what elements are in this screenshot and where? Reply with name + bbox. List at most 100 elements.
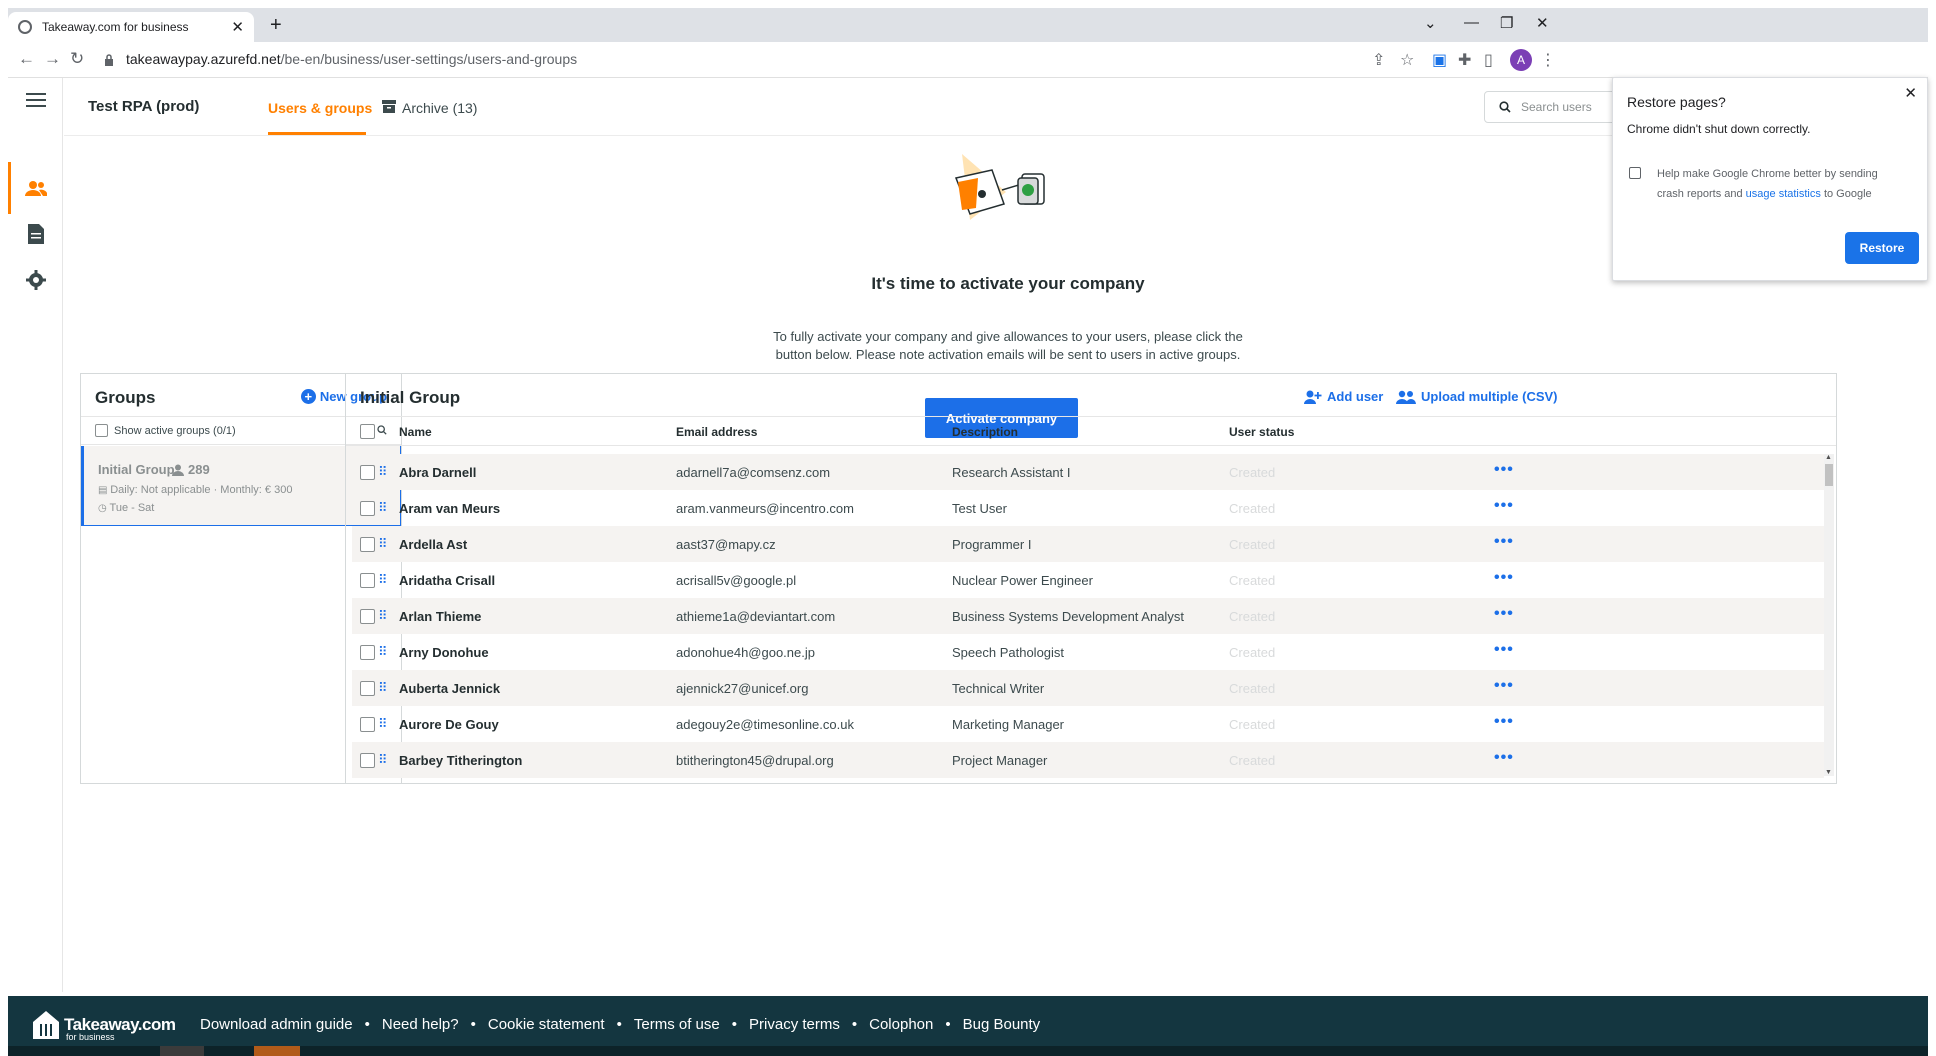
row-checkbox[interactable] [360,573,375,588]
row-more-icon[interactable]: ••• [1494,569,1514,587]
scroll-down-arrow-icon[interactable]: ▼ [1825,769,1832,776]
row-checkbox[interactable] [360,501,375,516]
restore-button[interactable]: Restore [1845,232,1919,264]
table-row[interactable]: ⠿ Ardella Ast aast37@mapy.cz Programmer … [352,526,1824,562]
user-email: aram.vanmeurs@incentro.com [676,501,854,516]
row-more-icon[interactable]: ••• [1494,533,1514,551]
user-description: Research Assistant I [952,465,1071,480]
drag-handle-icon[interactable]: ⠿ [378,536,387,552]
plus-circle-icon: + [300,389,316,404]
add-user-button[interactable]: Add user [1304,389,1383,404]
drag-handle-icon[interactable]: ⠿ [378,572,387,588]
profile-avatar[interactable]: A [1510,49,1532,71]
drag-handle-icon[interactable]: ⠿ [378,464,387,480]
takeaway-logo[interactable]: Takeaway.com for business [32,1010,176,1042]
drag-handle-icon[interactable]: ⠿ [378,716,387,732]
row-checkbox[interactable] [360,645,375,660]
taskbar-item[interactable] [254,1046,300,1056]
scrollbar-thumb[interactable] [1825,464,1833,486]
user-status: Created [1229,465,1276,480]
url-field[interactable]: takeawaypay.azurefd.net/be-en/business/u… [126,51,577,67]
back-icon[interactable]: ← [18,49,35,69]
footer-links: Download admin guide • Need help? • Cookie… [200,1016,1040,1033]
close-icon[interactable]: ✕ [1904,84,1917,102]
drag-handle-icon[interactable]: ⠿ [378,608,387,624]
tab-archive[interactable]: Archive (13) [402,100,477,116]
show-active-groups-checkbox[interactable] [95,424,108,437]
row-checkbox[interactable] [360,717,375,732]
new-tab-button[interactable]: + [270,14,282,37]
footer-link-colophon[interactable]: Colophon [869,1016,933,1033]
restore-dialog-title: Restore pages? [1627,94,1726,110]
footer-link-help[interactable]: Need help? [382,1016,459,1033]
table-row[interactable]: ⠿ Aridatha Crisall acrisall5v@google.pl … [352,562,1824,598]
crash-reports-checkbox[interactable] [1629,167,1641,179]
column-name[interactable]: Name [399,425,432,439]
taskbar-item[interactable] [160,1046,204,1056]
table-row[interactable]: ⠿ Aram van Meurs aram.vanmeurs@incentro.… [352,490,1824,526]
row-checkbox[interactable] [360,609,375,624]
side-panel-icon[interactable]: ▯ [1484,50,1493,70]
row-more-icon[interactable]: ••• [1494,749,1514,767]
row-checkbox[interactable] [360,753,375,768]
column-email[interactable]: Email address [676,425,757,439]
puzzle-icon[interactable]: ✚ [1458,50,1471,70]
url-host: takeawaypay.azurefd.net [126,51,281,67]
bookmark-star-icon[interactable]: ☆ [1400,50,1414,70]
footer-link-bug-bounty[interactable]: Bug Bounty [963,1016,1041,1033]
user-name: Auberta Jennick [399,681,501,696]
document-nav-icon[interactable] [24,222,48,246]
select-all-checkbox[interactable] [360,424,375,439]
upload-csv-button[interactable]: Upload multiple (CSV) [1396,389,1558,404]
table-row[interactable]: ⠿ Arny Donohue adonohue4h@goo.ne.jp Spee… [352,634,1824,670]
search-placeholder: Search users [1521,100,1592,114]
row-checkbox[interactable] [360,465,375,480]
row-more-icon[interactable]: ••• [1494,497,1514,515]
column-description[interactable]: Description [952,425,1018,439]
lock-icon[interactable] [104,54,114,66]
extension-icon[interactable]: ▣ [1432,50,1447,70]
tab-users-groups[interactable]: Users & groups [268,100,372,116]
table-row[interactable]: ⠿ Aurore De Gouy adegouy2e@timesonline.c… [352,706,1824,742]
forward-icon[interactable]: → [44,49,61,69]
table-row[interactable]: ⠿ Arlan Thieme athieme1a@deviantart.com … [352,598,1824,634]
table-scrollbar[interactable]: ▲ ▼ [1824,454,1834,776]
browser-tab-title: Takeaway.com for business [42,20,189,34]
drag-handle-icon[interactable]: ⠿ [378,752,387,768]
footer-link-terms[interactable]: Terms of use [634,1016,720,1033]
row-more-icon[interactable]: ••• [1494,605,1514,623]
close-tab-icon[interactable]: ✕ [231,18,244,36]
browser-tab[interactable]: Takeaway.com for business ✕ [8,12,254,42]
close-window-icon[interactable]: ✕ [1536,14,1549,32]
settings-gear-icon[interactable] [24,268,48,292]
menu-kebab-icon[interactable]: ⋮ [1540,50,1556,70]
minimize-icon[interactable]: — [1464,14,1479,31]
footer-link-cookie[interactable]: Cookie statement [488,1016,605,1033]
usage-statistics-link[interactable]: usage statistics [1746,188,1821,200]
table-row[interactable]: ⠿ Auberta Jennick ajennick27@unicef.org … [352,670,1824,706]
drag-handle-icon[interactable]: ⠿ [378,680,387,696]
table-row[interactable]: ⠿ Barbey Titherington btitherington45@dr… [352,742,1824,778]
row-checkbox[interactable] [360,537,375,552]
row-checkbox[interactable] [360,681,375,696]
table-row[interactable]: ⠿ Abra Darnell adarnell7a@comsenz.com Re… [352,454,1824,490]
footer-link-admin-guide[interactable]: Download admin guide [200,1016,353,1033]
drag-handle-icon[interactable]: ⠿ [378,500,387,516]
row-more-icon[interactable]: ••• [1494,677,1514,695]
add-user-icon [1304,390,1322,404]
footer-link-privacy[interactable]: Privacy terms [749,1016,840,1033]
drag-handle-icon[interactable]: ⠿ [378,644,387,660]
reload-icon[interactable]: ↻ [70,49,84,69]
share-icon[interactable]: ⇪ [1372,50,1385,70]
help-text-2: to Google [1823,188,1872,200]
row-more-icon[interactable]: ••• [1494,641,1514,659]
row-more-icon[interactable]: ••• [1494,461,1514,479]
column-user-status[interactable]: User status [1229,425,1294,439]
restore-window-icon[interactable]: ❐ [1500,14,1513,32]
row-more-icon[interactable]: ••• [1494,713,1514,731]
hamburger-menu-icon[interactable] [24,88,48,112]
globe-icon [18,20,32,34]
scroll-up-arrow-icon[interactable]: ▲ [1825,454,1832,461]
users-nav-icon[interactable] [24,176,48,200]
tab-search-icon[interactable]: ⌄ [1424,14,1437,32]
